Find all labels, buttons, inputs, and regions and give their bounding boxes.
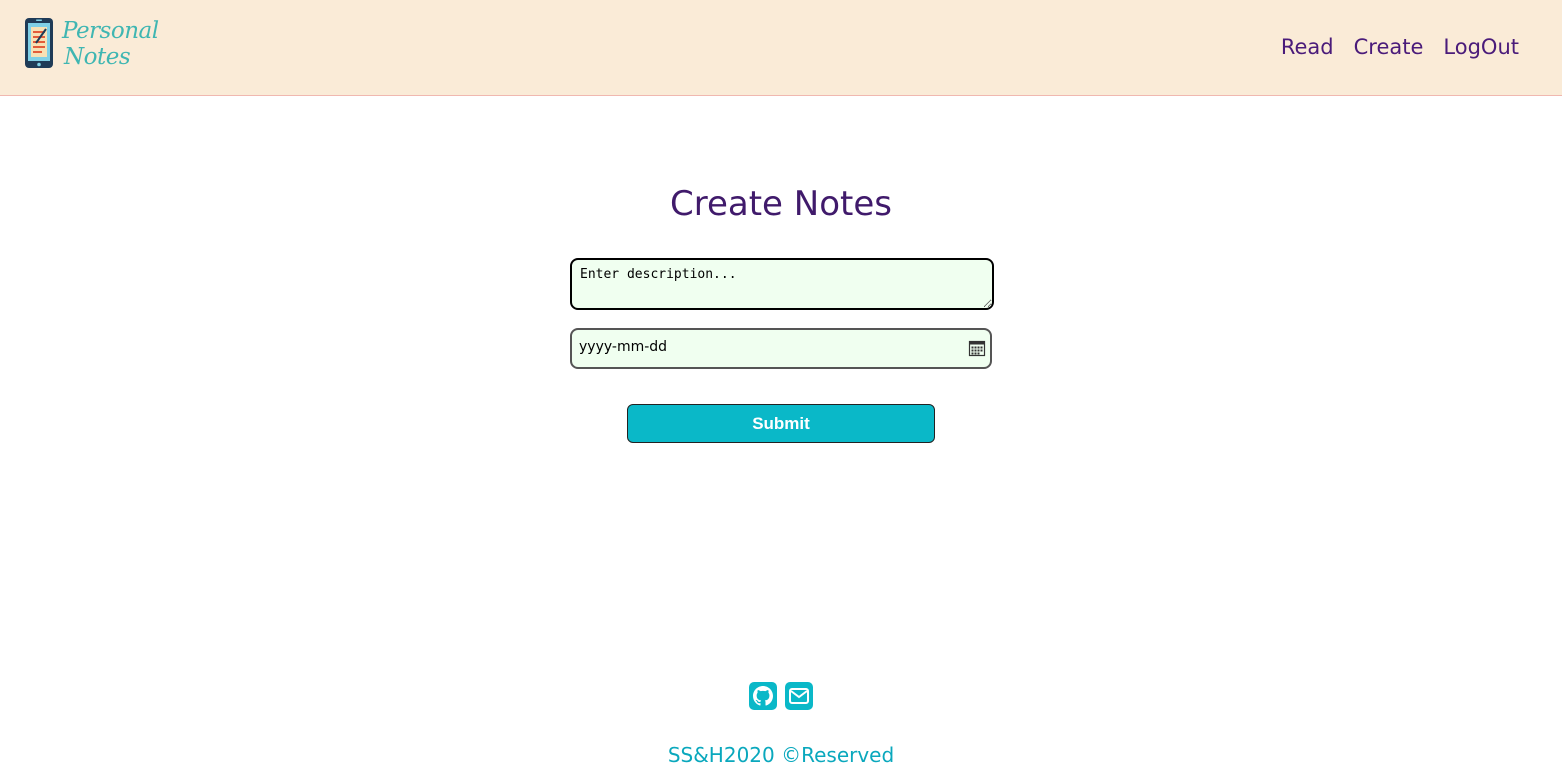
- nav-link-create[interactable]: Create: [1354, 33, 1424, 61]
- date-field[interactable]: yyyy-mm-dd: [570, 328, 992, 369]
- description-field[interactable]: [570, 258, 994, 310]
- date-placeholder: yyyy-mm-dd: [579, 339, 668, 355]
- page-title: Create Notes: [670, 184, 892, 224]
- phone-notes-icon: [25, 18, 53, 68]
- submit-button[interactable]: Submit: [627, 404, 935, 443]
- nav-links: Read Create LogOut: [1281, 33, 1519, 61]
- github-icon[interactable]: [749, 682, 777, 710]
- brand-line-1: Personal: [62, 18, 159, 44]
- mail-glyph: [789, 688, 809, 704]
- calendar-icon[interactable]: [968, 339, 986, 357]
- navbar: Personal Notes Read Create LogOut: [0, 0, 1562, 96]
- github-glyph: [753, 686, 773, 706]
- brand-line-2: Notes: [64, 44, 131, 70]
- nav-link-logout[interactable]: LogOut: [1443, 33, 1519, 61]
- nav-link-read[interactable]: Read: [1281, 33, 1334, 61]
- footer-copyright: SS&H2020 ©Reserved: [667, 743, 895, 767]
- brand-logo-link[interactable]: Personal Notes: [24, 17, 159, 70]
- social-links: [749, 682, 813, 710]
- brand-name: Personal Notes: [62, 18, 159, 70]
- mail-icon[interactable]: [785, 682, 813, 710]
